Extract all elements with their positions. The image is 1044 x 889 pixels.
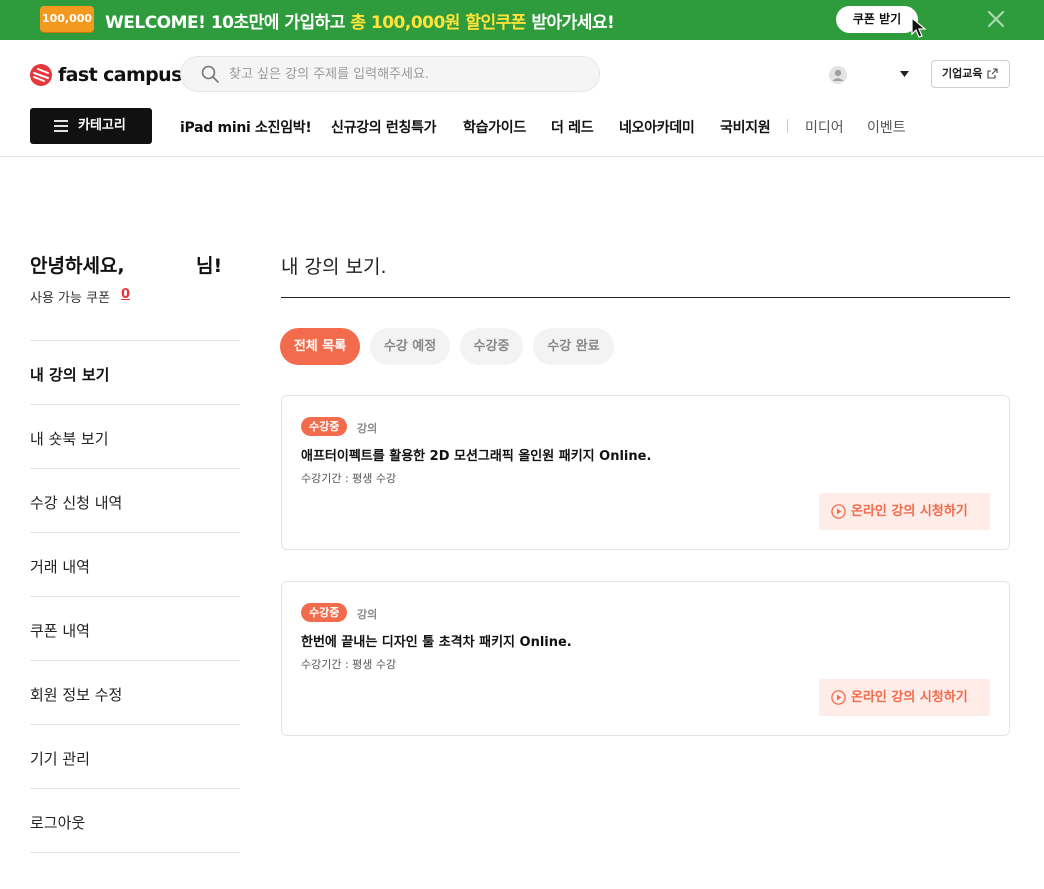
sidebar-item-logout[interactable]: 로그아웃	[30, 812, 85, 833]
category-label: 카테고리	[78, 118, 126, 133]
course-type: 강의	[357, 422, 378, 435]
tab-all[interactable]: 전체 목록	[280, 328, 360, 365]
sidebar-item-transactions[interactable]: 거래 내역	[30, 556, 90, 577]
nav-item-media[interactable]: 미디어	[805, 117, 844, 136]
category-button[interactable]: 카테고리	[30, 108, 152, 144]
play-icon	[831, 690, 846, 705]
chevron-down-icon[interactable]	[899, 70, 910, 78]
status-badge: 수강중	[301, 417, 348, 436]
course-card: 수강중 강의 애프터이펙트를 활용한 2D 모션그래픽 올인원 패키지 Onli…	[281, 395, 1010, 550]
tab-upcoming[interactable]: 수강 예정	[370, 328, 450, 365]
tab-completed[interactable]: 수강 완료	[533, 328, 614, 365]
title-divider	[281, 297, 1010, 298]
sidebar-item-my-shortbooks[interactable]: 내 숏북 보기	[30, 428, 109, 449]
promo-text-part2: 받아가세요!	[525, 13, 615, 33]
course-title[interactable]: 한번에 끝내는 디자인 툴 초격차 패키지 Online.	[301, 631, 572, 650]
course-period: 수강기간 : 평생 수강	[301, 472, 397, 485]
nav-item-study-guide[interactable]: 학습가이드	[463, 117, 526, 136]
search-icon	[201, 65, 219, 83]
user-avatar-icon[interactable]	[829, 66, 847, 84]
hamburger-menu-icon	[54, 120, 68, 132]
promo-message: WELCOME! 10초만에 가입하고 총 100,000원 할인쿠폰 받아가세…	[105, 8, 615, 33]
get-coupon-button[interactable]: 쿠폰 받기	[836, 6, 918, 33]
watch-online-button[interactable]: 온라인 강의 시청하기	[819, 493, 990, 530]
search-input[interactable]	[229, 57, 589, 91]
sidebar-divider	[30, 852, 240, 853]
page-title: 내 강의 보기.	[281, 256, 387, 278]
logo-mark-icon	[30, 64, 52, 86]
close-icon[interactable]	[984, 7, 1008, 31]
greeting-suffix: 님!	[196, 255, 223, 277]
greeting-text: 안녕하세요,	[30, 255, 125, 277]
promo-text-part1: WELCOME! 10초만에 가입하고	[105, 13, 351, 33]
fastcampus-logo[interactable]: fast campus	[30, 62, 182, 88]
sidebar-item-enrollment-history[interactable]: 수강 신청 내역	[30, 492, 122, 513]
sidebar-divider	[30, 788, 240, 789]
sidebar-divider	[30, 724, 240, 725]
sidebar-item-coupons[interactable]: 쿠폰 내역	[30, 620, 90, 641]
coupon-label: 사용 가능 쿠폰	[30, 291, 111, 306]
nav-item-ipad-mini[interactable]: iPad mini 소진임박!	[180, 117, 312, 136]
sidebar-divider	[30, 660, 240, 661]
sidebar-item-edit-profile[interactable]: 회원 정보 수정	[30, 684, 122, 705]
logo-text: fast campus	[58, 64, 182, 86]
watch-online-button[interactable]: 온라인 강의 시청하기	[819, 679, 990, 716]
mouse-cursor-icon	[911, 17, 927, 38]
watch-online-label: 온라인 강의 시청하기	[851, 690, 968, 705]
nav-divider	[787, 119, 788, 133]
coupon-count[interactable]: 0	[121, 287, 130, 302]
sidebar-item-device-management[interactable]: 기기 관리	[30, 748, 90, 769]
sidebar-divider	[30, 596, 240, 597]
nav-item-government-support[interactable]: 국비지원	[720, 117, 771, 136]
external-link-icon	[987, 68, 998, 79]
nav-item-neo-academy[interactable]: 네오아카데미	[619, 117, 695, 136]
play-icon	[831, 504, 846, 519]
sidebar-divider	[30, 532, 240, 533]
nav-item-event[interactable]: 이벤트	[867, 117, 906, 136]
coupon-badge: 100,000	[40, 6, 94, 32]
nav-item-new-launch[interactable]: 신규강의 런칭특가	[331, 117, 437, 136]
course-card: 수강중 강의 한번에 끝내는 디자인 툴 초격차 패키지 Online. 수강기…	[281, 581, 1010, 736]
sidebar-divider	[30, 468, 240, 469]
tab-in-progress[interactable]: 수강중	[460, 328, 523, 365]
sidebar-divider	[30, 404, 240, 405]
search-bar[interactable]	[180, 56, 600, 92]
course-title[interactable]: 애프터이펙트를 활용한 2D 모션그래픽 올인원 패키지 Online.	[301, 445, 651, 464]
course-type: 강의	[357, 608, 378, 621]
status-badge: 수강중	[301, 603, 348, 622]
watch-online-label: 온라인 강의 시청하기	[851, 504, 968, 519]
corporate-education-button[interactable]: 기업교육	[931, 60, 1010, 88]
sidebar-divider	[30, 340, 240, 341]
promo-text-highlight: 총 100,000원 할인쿠폰	[350, 13, 526, 33]
corporate-education-label: 기업교육	[942, 67, 983, 80]
course-period: 수강기간 : 평생 수강	[301, 658, 397, 671]
sidebar-item-my-courses[interactable]: 내 강의 보기	[30, 364, 109, 385]
header-divider	[0, 156, 1044, 157]
nav-item-the-red[interactable]: 더 레드	[551, 117, 594, 136]
promo-banner: 100,000 WELCOME! 10초만에 가입하고 총 100,000원 할…	[0, 0, 1044, 40]
